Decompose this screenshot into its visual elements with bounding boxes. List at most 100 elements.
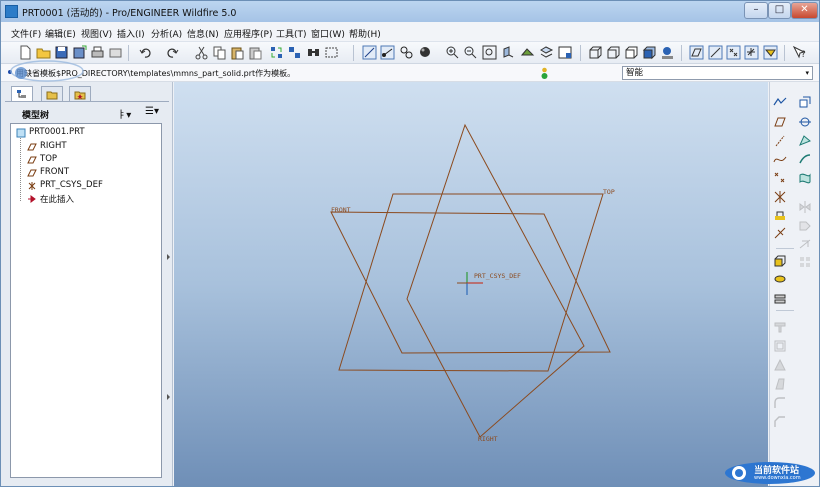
- csys-toggle-icon[interactable]: [744, 45, 759, 60]
- select-box-icon[interactable]: [324, 45, 339, 60]
- chamfer-tool-icon[interactable]: [773, 415, 787, 429]
- style-tool-icon[interactable]: [798, 115, 812, 129]
- copy-icon[interactable]: [212, 45, 227, 60]
- orient-mode-icon[interactable]: [399, 45, 414, 60]
- regen-manager-icon[interactable]: [287, 45, 302, 60]
- undo-icon[interactable]: [138, 45, 153, 60]
- datum-axes-toggle-icon[interactable]: [708, 45, 723, 60]
- draft-tool-icon[interactable]: [773, 377, 787, 391]
- menu-bar: 文件(F) 编辑(E) 视图(V) 插入(I) 分析(A) 信息(N) 应用程序…: [1, 22, 819, 42]
- surface-tool-icon[interactable]: [798, 95, 812, 109]
- menu-file[interactable]: 文件(F): [11, 27, 41, 40]
- datum-point-tool-icon[interactable]: [773, 171, 787, 185]
- maximize-button[interactable]: □: [768, 2, 791, 19]
- shell-tool-icon[interactable]: [773, 339, 787, 353]
- datum-plane-icon: [27, 143, 37, 151]
- title-bar[interactable]: PRT0001 (活动的) - Pro/ENGINEER Wildfire 5.…: [1, 1, 819, 22]
- revolve-tool-icon[interactable]: [773, 272, 787, 286]
- close-button[interactable]: ✕: [791, 2, 818, 19]
- menu-applications[interactable]: 应用程序(P): [224, 27, 272, 40]
- datum-points-toggle-icon[interactable]: [726, 45, 741, 60]
- refit-icon[interactable]: [482, 45, 497, 60]
- tree-item-label: PRT_CSYS_DEF: [40, 180, 103, 190]
- context-help-icon[interactable]: ?: [792, 45, 807, 60]
- menu-analysis[interactable]: 分析(A): [151, 27, 182, 40]
- tree-item-label: RIGHT: [40, 141, 67, 151]
- send-mail-icon[interactable]: [108, 45, 123, 60]
- mirror-tool-icon[interactable]: [798, 200, 812, 214]
- panel-splitter-handle[interactable]: [166, 382, 171, 412]
- regenerate-icon[interactable]: [269, 45, 284, 60]
- tree-show-button[interactable]: ☰▾: [145, 106, 165, 119]
- tree-settings-button[interactable]: ㅑ▾: [117, 106, 139, 121]
- model-tree[interactable]: PRT0001.PRT RIGHT TOP FRONT PRT_CSYS_DEF…: [10, 123, 162, 478]
- tab-folder-browser[interactable]: [41, 86, 63, 101]
- menu-edit[interactable]: 编辑(E): [45, 27, 76, 40]
- minimize-button[interactable]: –: [744, 2, 768, 19]
- datum-curve-tool-icon[interactable]: [773, 152, 787, 166]
- layers-icon[interactable]: [539, 45, 554, 60]
- print-icon[interactable]: [90, 45, 105, 60]
- paste-special-icon[interactable]: [248, 45, 263, 60]
- menu-view[interactable]: 视图(V): [81, 27, 112, 40]
- datum-plane-right[interactable]: [406, 123, 585, 438]
- redo-icon[interactable]: [165, 45, 180, 60]
- tree-item-label: PRT0001.PRT: [29, 127, 85, 137]
- shading-icon[interactable]: [418, 45, 433, 60]
- datum-planes-toggle-icon[interactable]: [689, 45, 704, 60]
- menu-help[interactable]: 帮助(H): [349, 27, 381, 40]
- analysis-feature-icon[interactable]: [773, 208, 787, 222]
- repaint-icon[interactable]: [362, 45, 377, 60]
- zoom-out-icon[interactable]: [463, 45, 478, 60]
- round-tool-icon[interactable]: [773, 396, 787, 410]
- reorient-icon[interactable]: [501, 45, 516, 60]
- cut-icon[interactable]: [194, 45, 209, 60]
- pattern-tool-icon[interactable]: [798, 255, 812, 269]
- csys-tool-icon[interactable]: [773, 190, 787, 204]
- new-file-icon[interactable]: [18, 45, 33, 60]
- label-csys[interactable]: PRT_CSYS_DEF: [474, 272, 521, 280]
- saved-views-icon[interactable]: [520, 45, 535, 60]
- graphics-window[interactable]: FRONT TOP RIGHT PRT_CSYS_DEF: [174, 82, 768, 486]
- view-manager-icon[interactable]: [558, 45, 573, 60]
- warp-tool-icon[interactable]: [798, 171, 812, 185]
- save-copy-icon[interactable]: [72, 45, 87, 60]
- tab-model-tree[interactable]: [11, 86, 33, 102]
- datum-plane-tool-icon[interactable]: [773, 115, 787, 129]
- panel-splitter-handle[interactable]: [166, 242, 171, 272]
- hidden-line-icon[interactable]: [606, 45, 621, 60]
- find-icon[interactable]: [306, 45, 321, 60]
- ref-feature-icon[interactable]: [773, 226, 787, 240]
- menu-insert[interactable]: 插入(I): [117, 27, 145, 40]
- extrude-tool-icon[interactable]: [773, 254, 787, 268]
- window-title: PRT0001 (活动的) - Pro/ENGINEER Wildfire 5.…: [22, 8, 237, 19]
- menu-tools[interactable]: 工具(T): [276, 27, 307, 40]
- datum-axis-tool-icon[interactable]: [773, 134, 787, 148]
- label-front[interactable]: FRONT: [331, 206, 351, 214]
- boundary-blend-icon[interactable]: [798, 134, 812, 148]
- no-hidden-icon[interactable]: [624, 45, 639, 60]
- save-icon[interactable]: [54, 45, 69, 60]
- navigator-panel: 模型树 ㅑ▾ ☰▾ PRT0001.PRT RIGHT TOP FRONT PR…: [1, 82, 173, 486]
- shaded-icon[interactable]: [642, 45, 657, 60]
- label-top[interactable]: TOP: [603, 188, 615, 196]
- annotations-toggle-icon[interactable]: [763, 45, 778, 60]
- zoom-in-icon[interactable]: [445, 45, 460, 60]
- paste-icon[interactable]: [230, 45, 245, 60]
- open-folder-icon[interactable]: [36, 45, 51, 60]
- spin-center-icon[interactable]: [380, 45, 395, 60]
- menu-info[interactable]: 信息(N): [187, 27, 219, 40]
- hole-tool-icon[interactable]: [773, 320, 787, 334]
- sweep-tool-icon[interactable]: [773, 291, 787, 305]
- rib-tool-icon[interactable]: [773, 358, 787, 372]
- selection-filter-dropdown[interactable]: 智能 ▾: [622, 66, 813, 80]
- enhanced-realism-icon[interactable]: [660, 45, 675, 60]
- sketch-tool-icon[interactable]: [773, 95, 787, 109]
- variable-sweep-icon[interactable]: [798, 152, 812, 166]
- menu-window[interactable]: 窗口(W): [311, 27, 345, 40]
- trim-tool-icon[interactable]: [798, 237, 812, 251]
- wireframe-icon[interactable]: [588, 45, 603, 60]
- label-right[interactable]: RIGHT: [478, 435, 498, 443]
- merge-tool-icon[interactable]: [798, 219, 812, 233]
- tab-favorites[interactable]: [69, 86, 91, 101]
